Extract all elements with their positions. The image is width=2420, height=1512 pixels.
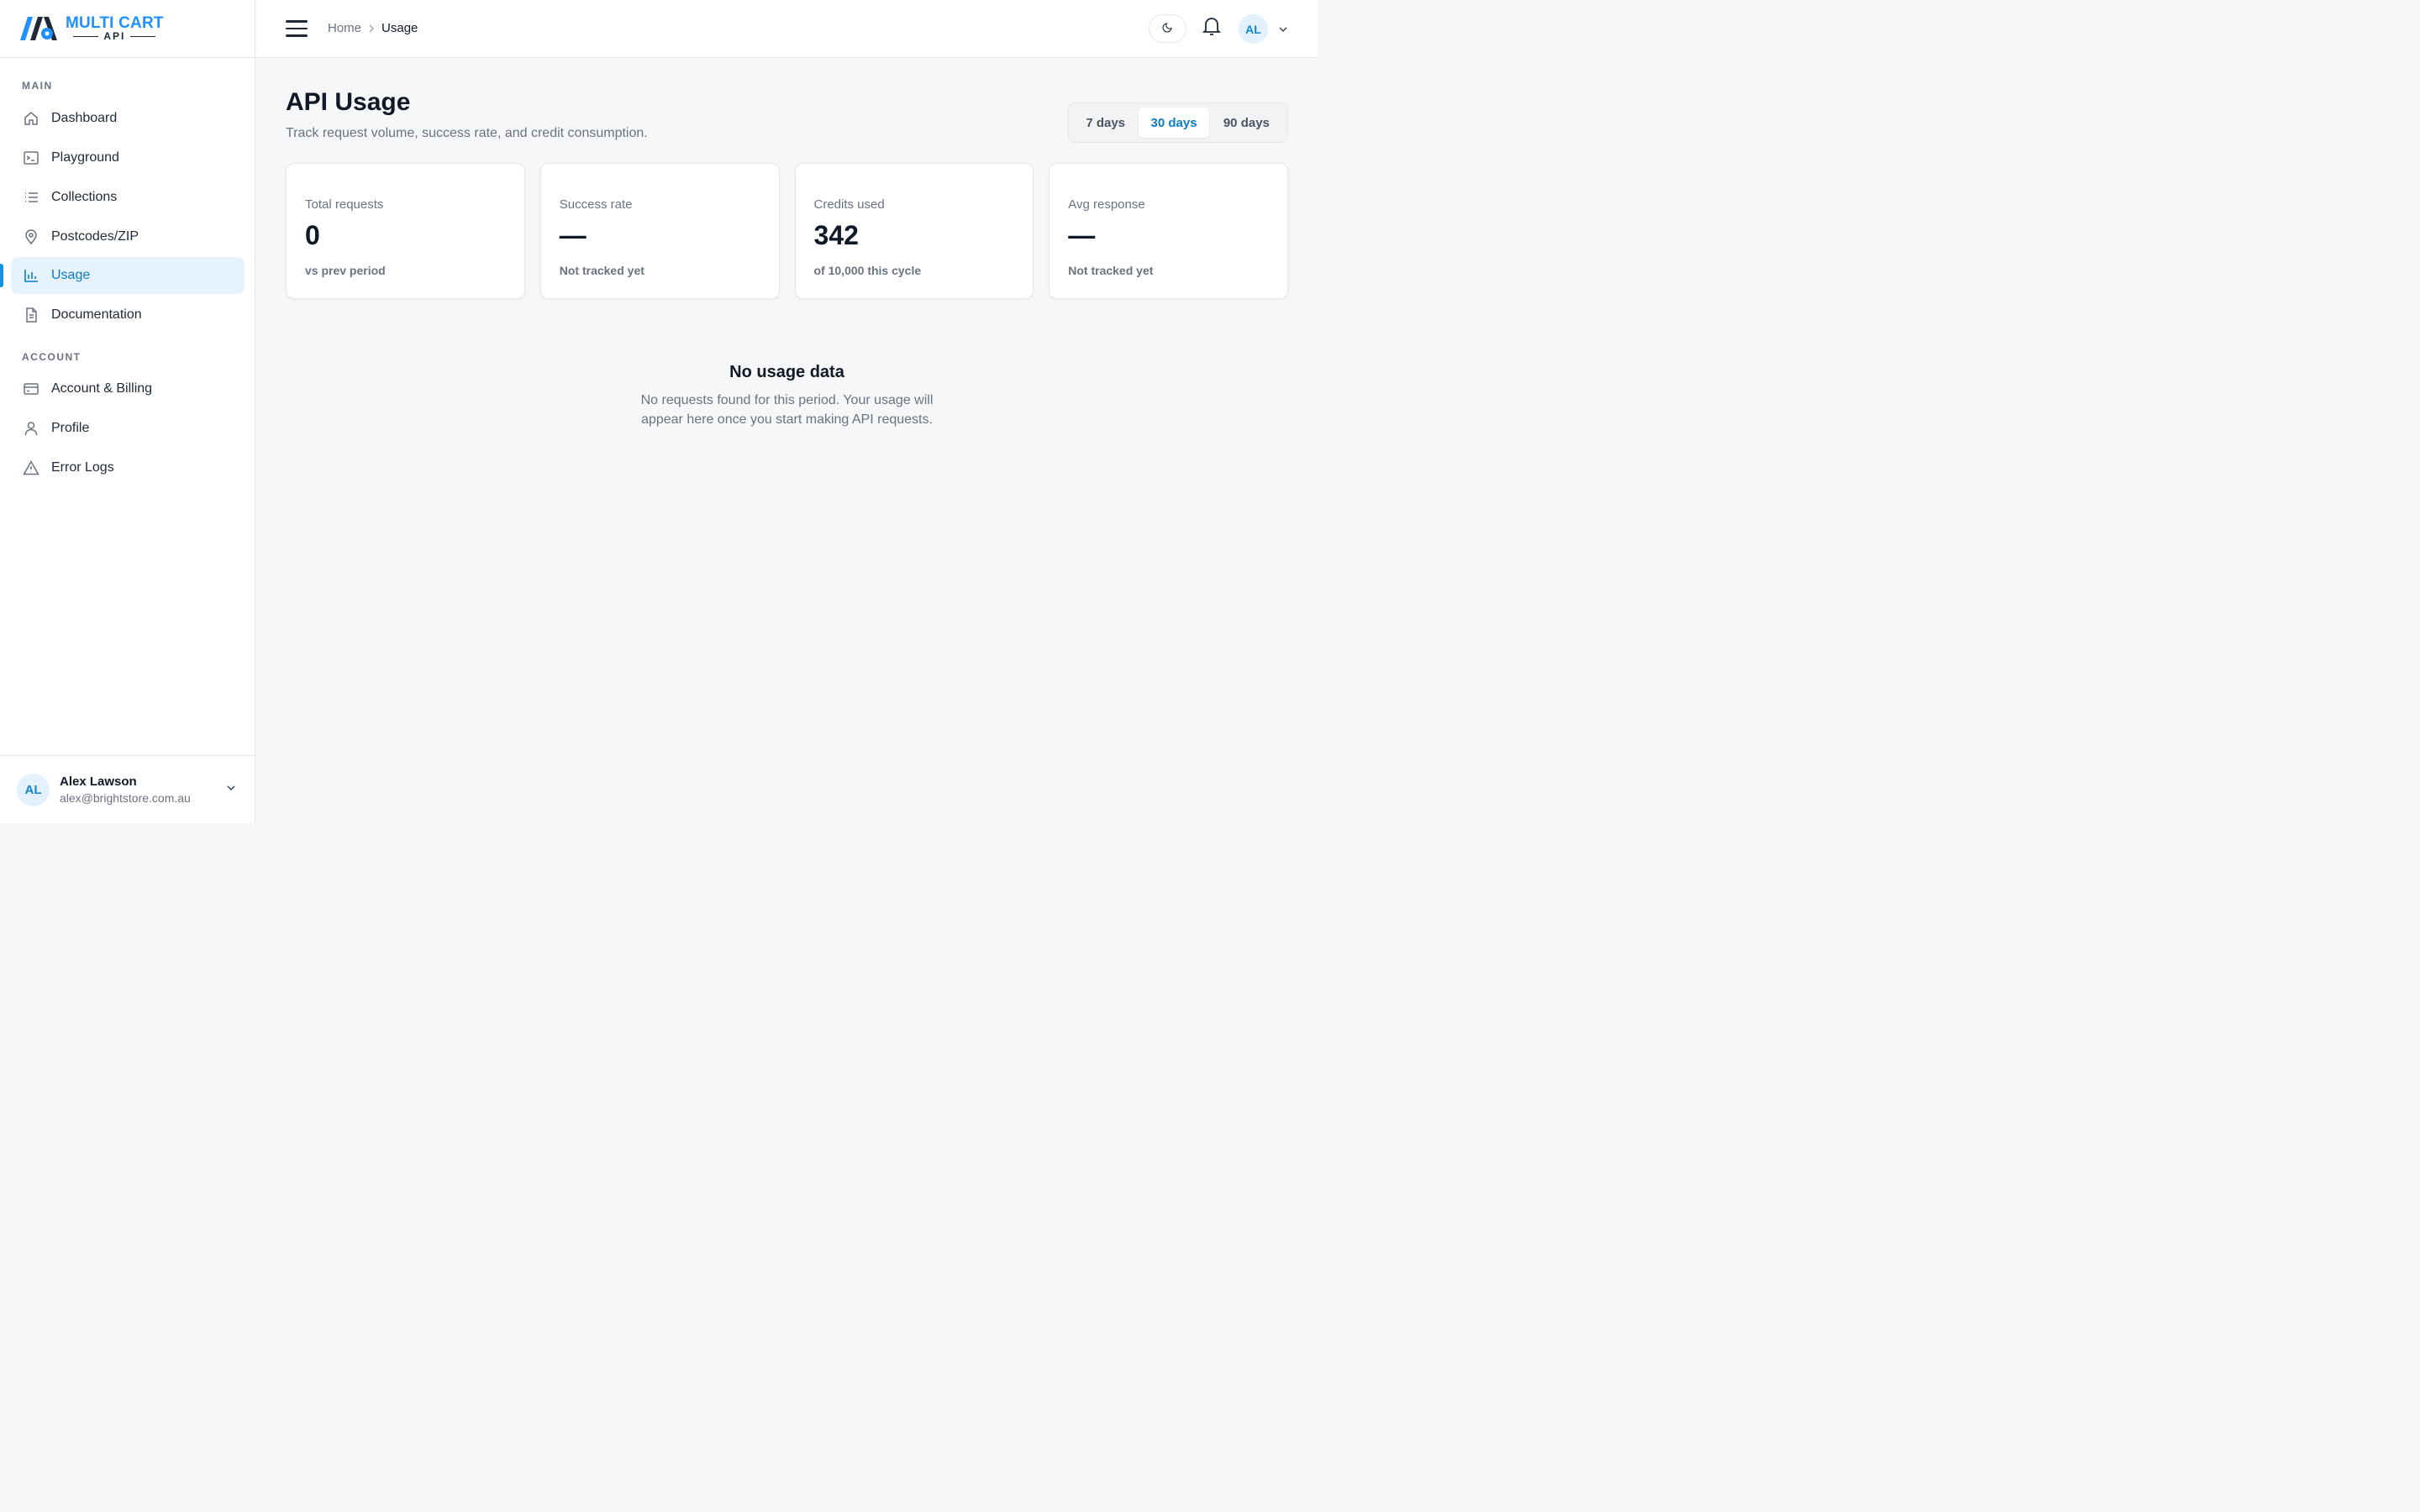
credit-card-icon [22, 380, 40, 398]
theme-toggle-button[interactable] [1149, 14, 1186, 43]
chevron-right-icon [366, 24, 376, 34]
stats-cards: Total requests 0 vs prev period Success … [286, 163, 1288, 299]
sidebar-item-collections[interactable]: Collections [11, 179, 245, 216]
stat-value: — [559, 220, 587, 250]
warning-icon [22, 459, 40, 477]
range-30-days-button[interactable]: 30 days [1139, 108, 1209, 138]
sidebar-item-label: Profile [51, 421, 90, 435]
user-name: Alex Lawson [60, 774, 137, 789]
stat-value: 342 [813, 220, 859, 250]
stat-card-credits-used: Credits used 342 of 10,000 this cycle [794, 163, 1034, 299]
sidebar-item-error-logs[interactable]: Error Logs [11, 449, 245, 486]
sidebar: MULTI CART API MAIN Dashboard Playground [0, 0, 255, 823]
document-icon [22, 306, 40, 324]
sidebar-item-label: Documentation [51, 307, 142, 322]
main-content: API Usage Track request volume, success … [256, 59, 1318, 823]
sidebar-item-dashboard[interactable]: Dashboard [11, 100, 245, 137]
stat-note: Not tracked yet [559, 264, 644, 277]
terminal-icon [22, 149, 40, 167]
stat-note: of 10,000 this cycle [813, 264, 922, 277]
stat-card-success-rate: Success rate — Not tracked yet [539, 163, 780, 299]
chevron-down-icon[interactable] [1277, 24, 1289, 39]
stat-label: Avg response [1068, 197, 1145, 212]
sidebar-item-postcodes[interactable]: Postcodes/ZIP [11, 218, 245, 255]
empty-state: No usage data No requests found for this… [256, 363, 1318, 429]
brand-name: MULTI CART [66, 14, 164, 32]
active-indicator [0, 264, 3, 287]
stat-label: Total requests [305, 197, 384, 212]
user-menu[interactable]: AL Alex Lawson alex@brightstore.com.au [0, 755, 255, 823]
app-window: MULTI CART API MAIN Dashboard Playground [0, 0, 1318, 823]
home-icon [22, 109, 40, 128]
sidebar-item-label: Postcodes/ZIP [51, 229, 139, 244]
stat-value: — [1068, 220, 1096, 250]
map-pin-icon [22, 228, 40, 246]
breadcrumb: Home Usage [328, 21, 418, 35]
user-icon [22, 419, 40, 438]
moon-icon [1161, 21, 1174, 37]
sidebar-item-profile[interactable]: Profile [11, 410, 245, 447]
page-subtitle: Track request volume, success rate, and … [286, 126, 648, 140]
empty-state-title: No usage data [729, 363, 844, 381]
stat-card-total-requests: Total requests 0 vs prev period [286, 163, 525, 299]
sidebar-item-label: Dashboard [51, 111, 118, 125]
menu-toggle-icon[interactable] [286, 20, 308, 37]
stat-label: Success rate [559, 197, 633, 212]
brand-logo-icon [18, 15, 62, 42]
avatar: AL [17, 773, 50, 806]
breadcrumb-current: Usage [381, 21, 418, 35]
sidebar-item-label: Playground [51, 150, 119, 165]
sidebar-item-label: Collections [51, 190, 118, 204]
date-range-selector: 7 days 30 days 90 days [1068, 102, 1288, 143]
list-icon [22, 188, 40, 207]
chevron-down-icon[interactable] [225, 782, 237, 798]
sidebar-item-label: Account & Billing [51, 381, 153, 396]
nav-section-main: MAIN [22, 80, 53, 92]
stat-label: Credits used [813, 197, 885, 212]
nav-section-account: ACCOUNT [22, 351, 82, 363]
sidebar-item-documentation[interactable]: Documentation [11, 297, 245, 333]
stat-note: Not tracked yet [1068, 264, 1154, 277]
user-email: alex@brightstore.com.au [60, 791, 191, 805]
page-title: API Usage [286, 88, 411, 116]
breadcrumb-home[interactable]: Home [328, 21, 361, 35]
avatar[interactable]: AL [1239, 14, 1268, 44]
range-90-days-button[interactable]: 90 days [1209, 108, 1284, 138]
sidebar-item-usage[interactable]: Usage [11, 257, 245, 294]
sidebar-item-account-billing[interactable]: Account & Billing [11, 370, 245, 407]
sidebar-item-label: Error Logs [51, 460, 114, 475]
bar-chart-icon [22, 266, 40, 285]
range-7-days-button[interactable]: 7 days [1072, 108, 1139, 138]
brand-subname: API [103, 30, 126, 42]
topbar: Home Usage AL [256, 0, 1318, 58]
empty-state-text: No requests found for this period. Your … [640, 393, 934, 427]
sidebar-item-playground[interactable]: Playground [11, 139, 245, 176]
stat-card-avg-response: Avg response — Not tracked yet [1049, 163, 1288, 299]
sidebar-item-label: Usage [51, 268, 91, 282]
logo[interactable]: MULTI CART API [0, 0, 255, 58]
stat-note: vs prev period [305, 264, 386, 277]
stat-value: 0 [305, 220, 320, 250]
bell-icon[interactable] [1202, 15, 1222, 41]
